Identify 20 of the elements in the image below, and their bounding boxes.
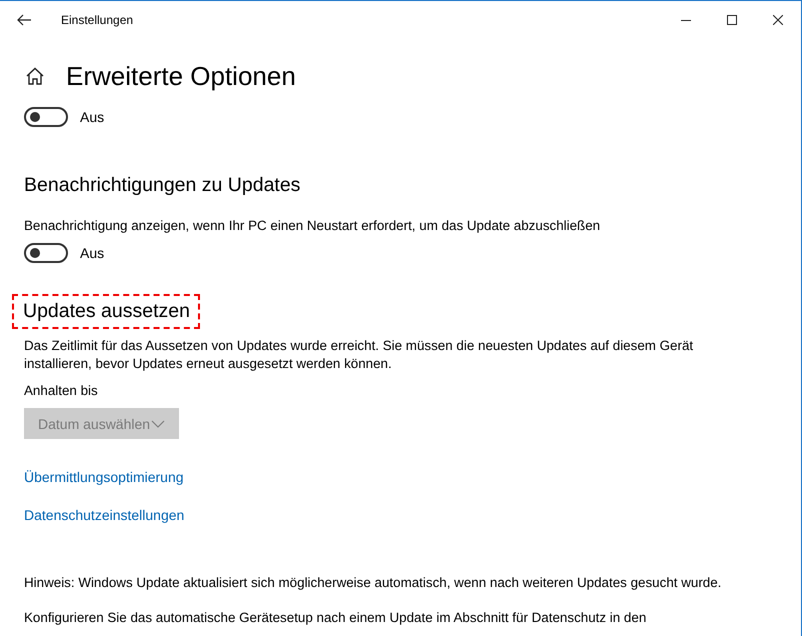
back-arrow-icon — [17, 14, 31, 26]
setting-description: Benachrichtigung anzeigen, wenn Ihr PC einen Neustart erfordert, um das Update abzuschließen — [24, 218, 602, 233]
close-icon — [773, 14, 783, 24]
section-heading: Updates aussetzen — [23, 300, 190, 323]
note-text: Konfigurieren Sie das automatische Gerätesetup nach einem Update im Abschnitt für Datenschutz in den — [24, 610, 648, 625]
toggle-label: Aus — [80, 245, 104, 261]
toggle-switch[interactable] — [24, 107, 68, 127]
note-text: Hinweis: Windows Update aktualisiert sich möglicherweise automatisch, wenn nach weiteren Updates gesucht wurde. — [24, 575, 722, 590]
section-heading: Benachrichtigungen zu Updates — [24, 174, 300, 197]
toggle-label: Aus — [80, 109, 104, 125]
settings-link[interactable]: Datenschutzeinstellungen — [24, 507, 184, 523]
home-icon[interactable] — [25, 67, 45, 85]
page-title: Erweiterte Optionen — [66, 60, 296, 92]
maximize-icon — [727, 14, 737, 24]
chevron-down-icon — [151, 420, 165, 428]
window-title: Einstellungen — [61, 12, 134, 26]
settings-link[interactable]: Übermittlungsoptimierung — [24, 469, 184, 485]
toggle-switch[interactable] — [24, 243, 68, 263]
field-label: Anhalten bis — [24, 383, 99, 398]
pause-description: Das Zeitlimit für das Aussetzen von Updates wurde erreicht. Sie müssen die neuesten Updates auf diesem Gerät installieren, bevor Updates erneut ausgesetzt werden können. — [24, 337, 694, 373]
